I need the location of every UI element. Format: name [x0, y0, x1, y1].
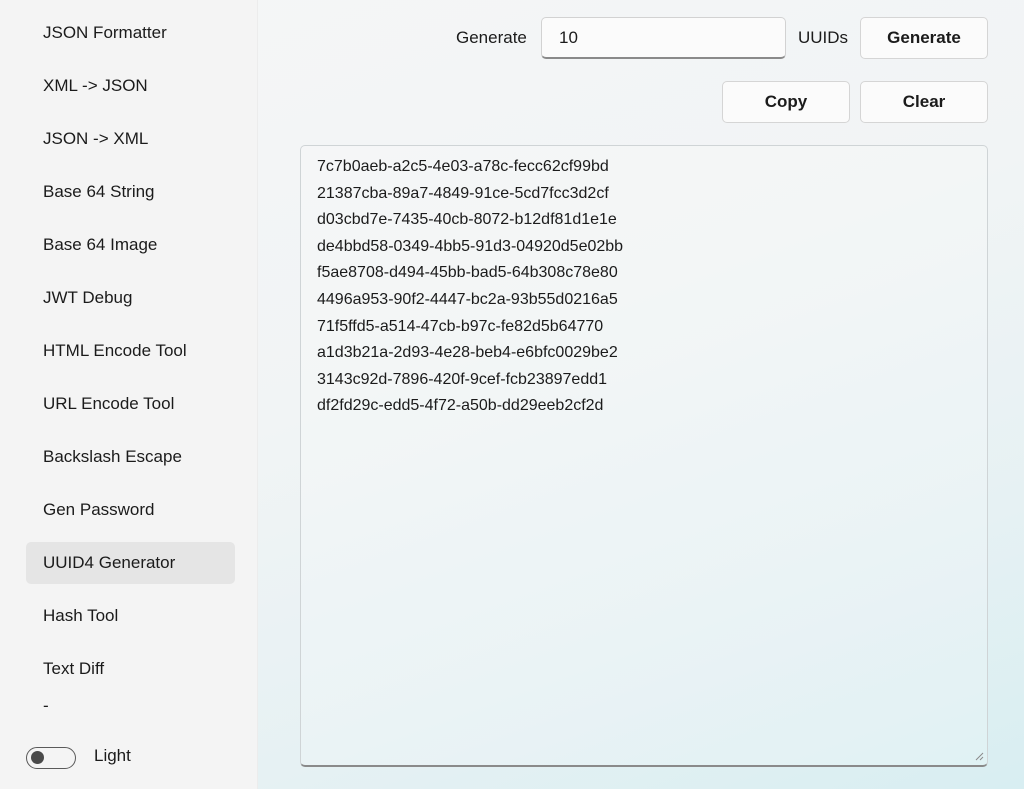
copy-button[interactable]: Copy [722, 81, 850, 123]
main-panel: Generate UUIDs Generate Copy Clear [258, 0, 1024, 789]
resize-grip-icon[interactable] [974, 751, 984, 761]
nav-list: JSON Formatter XML -> JSON JSON -> XML B… [26, 12, 235, 722]
clear-button[interactable]: Clear [860, 81, 988, 123]
sidebar-item-jwt-debug[interactable]: JWT Debug [26, 277, 235, 319]
sidebar-item-json-formatter[interactable]: JSON Formatter [26, 12, 235, 54]
sidebar-item-hash-tool[interactable]: Hash Tool [26, 595, 235, 637]
toggle-knob [31, 751, 44, 764]
sidebar-item-backslash-escape[interactable]: Backslash Escape [26, 436, 235, 478]
sidebar-item-html-encode[interactable]: HTML Encode Tool [26, 330, 235, 372]
sidebar-item-gen-password[interactable]: Gen Password [26, 489, 235, 531]
sidebar: JSON Formatter XML -> JSON JSON -> XML B… [0, 0, 258, 789]
sidebar-item-partial[interactable]: - [26, 701, 235, 711]
sidebar-footer: Light [0, 722, 257, 789]
generate-button[interactable]: Generate [860, 17, 988, 59]
sidebar-item-base64-string[interactable]: Base 64 String [26, 171, 235, 213]
uuid-count-input[interactable] [541, 17, 786, 59]
generate-prefix-label: Generate [456, 28, 527, 47]
sidebar-item-base64-image[interactable]: Base 64 Image [26, 224, 235, 266]
sidebar-item-json-to-xml[interactable]: JSON -> XML [26, 118, 235, 160]
theme-toggle[interactable] [26, 747, 76, 769]
sidebar-item-url-encode[interactable]: URL Encode Tool [26, 383, 235, 425]
sidebar-item-xml-to-json[interactable]: XML -> JSON [26, 65, 235, 107]
sidebar-item-text-diff[interactable]: Text Diff [26, 648, 235, 690]
uuids-suffix-label: UUIDs [798, 28, 849, 47]
uuid-output-textarea[interactable] [300, 145, 988, 767]
sidebar-item-uuid4-generator[interactable]: UUID4 Generator [26, 542, 235, 584]
theme-toggle-label: Light [94, 746, 131, 765]
